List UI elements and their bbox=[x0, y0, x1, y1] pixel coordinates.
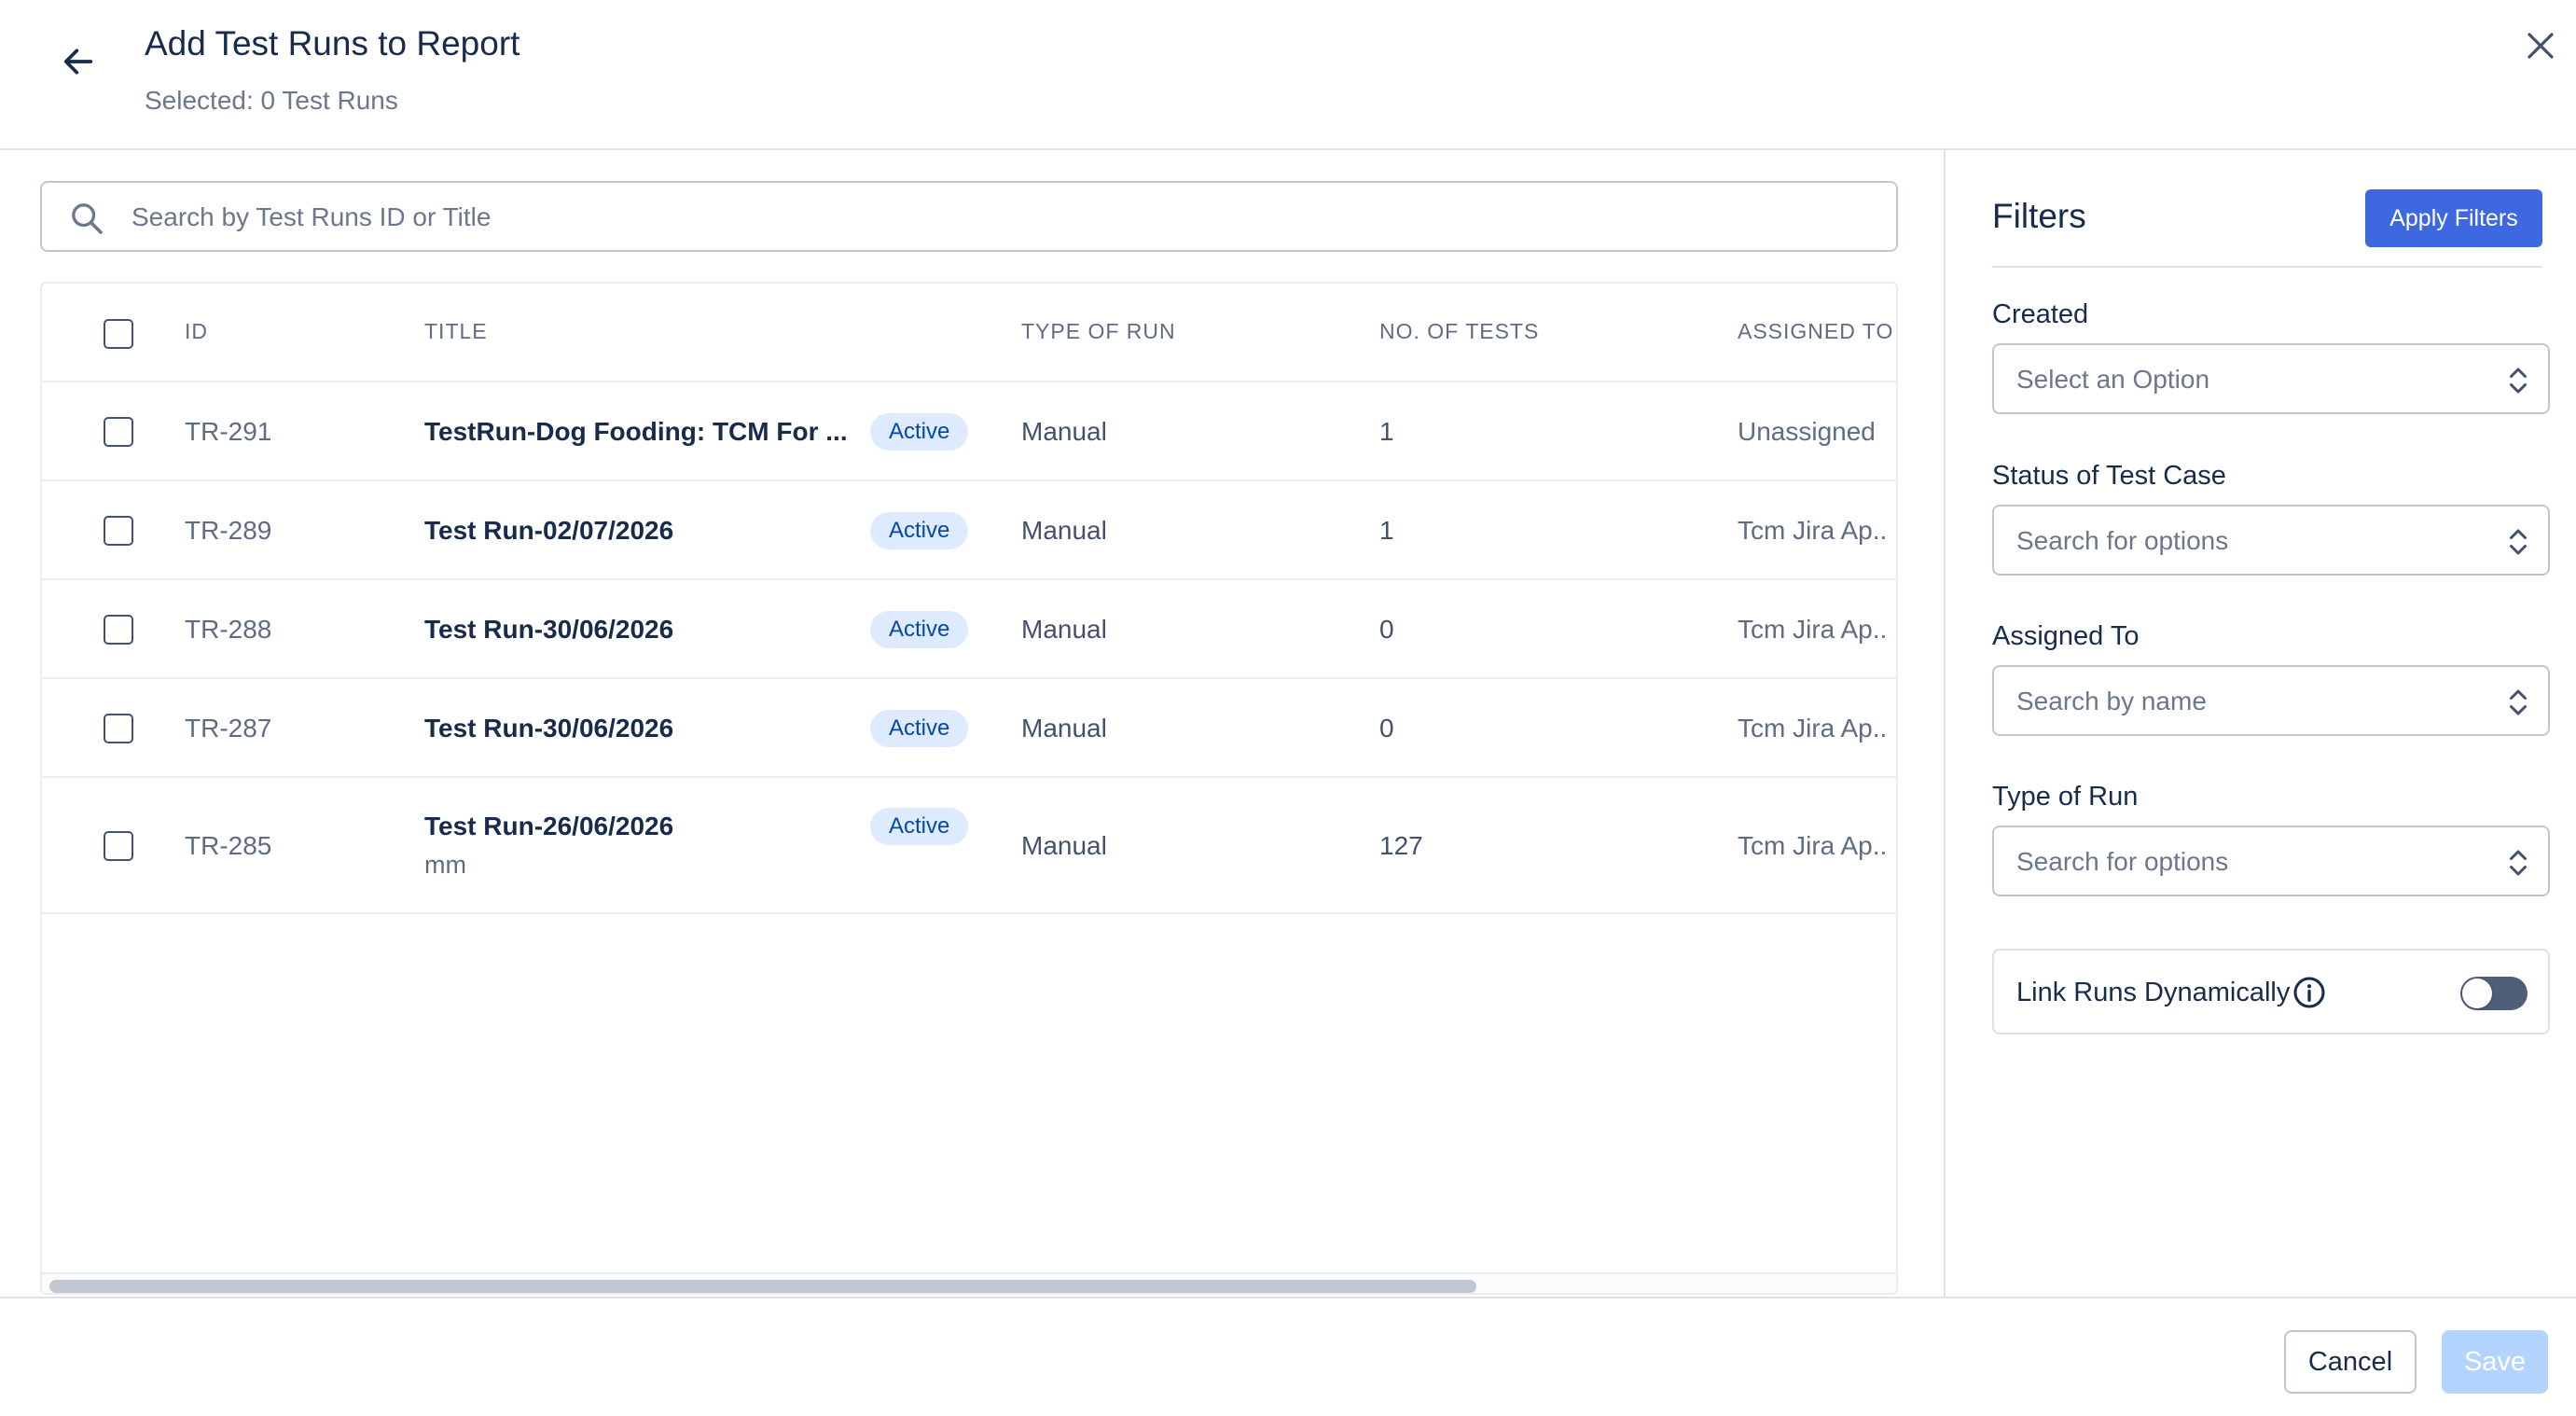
status-label: Status of Test Case bbox=[1992, 461, 2226, 491]
run-id: TR-289 bbox=[185, 516, 272, 545]
run-type: Manual bbox=[1021, 516, 1107, 545]
search-icon bbox=[72, 203, 103, 234]
link-runs-dynamically: Link Runs Dynamically bbox=[1992, 949, 2550, 1034]
created-placeholder: Select an Option bbox=[2016, 365, 2210, 394]
table-row[interactable]: TR-288 Test Run-30/06/2026 Active Manual… bbox=[42, 580, 1896, 679]
type-of-run-label: Type of Run bbox=[1992, 782, 2139, 812]
run-type: Manual bbox=[1021, 714, 1107, 743]
scrollbar-thumb[interactable] bbox=[49, 1280, 1476, 1293]
type-of-run-placeholder: Search for options bbox=[2016, 847, 2229, 876]
page-title: Add Test Runs to Report bbox=[145, 24, 520, 62]
status-badge: Active bbox=[870, 512, 969, 549]
info-icon[interactable] bbox=[2292, 976, 2326, 1009]
column-header-assigned[interactable]: ASSIGNED TO bbox=[1738, 319, 1893, 344]
row-checkbox[interactable] bbox=[104, 417, 133, 447]
cancel-button[interactable]: Cancel bbox=[2284, 1330, 2417, 1394]
run-title[interactable]: TestRun-Dog Fooding: TCM For ... bbox=[424, 417, 848, 447]
table-row[interactable]: TR-289 Test Run-02/07/2026 Active Manual… bbox=[42, 481, 1896, 580]
search-input[interactable] bbox=[132, 192, 1885, 243]
status-badge: Active bbox=[870, 710, 969, 747]
test-count: 0 bbox=[1379, 714, 1394, 743]
row-checkbox[interactable] bbox=[104, 831, 133, 861]
status-select[interactable]: Search for options bbox=[1992, 505, 2550, 576]
assigned-select[interactable]: Search by name bbox=[1992, 665, 2550, 736]
filters-title: Filters bbox=[1992, 197, 2086, 235]
run-id: TR-291 bbox=[185, 417, 272, 446]
assignee: Tcm Jira Ap.. bbox=[1738, 714, 1888, 743]
divider bbox=[1992, 266, 2542, 268]
chevron-up-down-icon bbox=[2510, 368, 2527, 394]
chevron-up-down-icon bbox=[2510, 529, 2527, 555]
link-runs-label: Link Runs Dynamically bbox=[2016, 978, 2291, 1007]
run-id: TR-288 bbox=[185, 615, 272, 644]
row-checkbox[interactable] bbox=[104, 615, 133, 645]
run-title[interactable]: Test Run-30/06/2026 bbox=[424, 615, 673, 645]
chevron-up-down-icon bbox=[2510, 689, 2527, 715]
save-button[interactable]: Save bbox=[2442, 1330, 2548, 1394]
run-type: Manual bbox=[1021, 417, 1107, 446]
test-runs-table: ID TITLE TYPE OF RUN NO. OF TESTS ASSIGN… bbox=[40, 282, 1898, 1295]
created-label: Created bbox=[1992, 299, 2089, 329]
toggle-knob bbox=[2462, 979, 2492, 1008]
run-title[interactable]: Test Run-26/06/2026 bbox=[424, 812, 673, 841]
arrow-left-icon bbox=[63, 49, 93, 75]
assignee: Tcm Jira Ap.. bbox=[1738, 516, 1888, 545]
assigned-label: Assigned To bbox=[1992, 621, 2140, 651]
type-of-run-select[interactable]: Search for options bbox=[1992, 826, 2550, 896]
row-checkbox[interactable] bbox=[104, 516, 133, 546]
test-count: 1 bbox=[1379, 516, 1394, 545]
column-header-tests[interactable]: NO. OF TESTS bbox=[1379, 319, 1539, 344]
column-header-type[interactable]: TYPE OF RUN bbox=[1021, 319, 1176, 344]
run-title[interactable]: Test Run-02/07/2026 bbox=[424, 516, 673, 546]
horizontal-scrollbar[interactable] bbox=[42, 1272, 1896, 1293]
close-icon bbox=[2528, 33, 2554, 59]
search-box bbox=[40, 181, 1898, 252]
run-id: TR-287 bbox=[185, 714, 272, 743]
assigned-placeholder: Search by name bbox=[2016, 687, 2207, 715]
back-button[interactable] bbox=[54, 37, 103, 86]
status-placeholder: Search for options bbox=[2016, 526, 2229, 555]
test-count: 1 bbox=[1379, 417, 1394, 446]
assignee: Tcm Jira Ap.. bbox=[1738, 615, 1888, 644]
selected-count: Selected: 0 Test Runs bbox=[145, 86, 398, 115]
test-count: 127 bbox=[1379, 831, 1423, 860]
link-runs-toggle[interactable] bbox=[2460, 977, 2528, 1010]
dialog-footer: Cancel Save bbox=[0, 1297, 2576, 1416]
run-title[interactable]: Test Run-30/06/2026 bbox=[424, 714, 673, 743]
status-badge: Active bbox=[870, 413, 969, 451]
test-count: 0 bbox=[1379, 615, 1394, 644]
filters-panel: Filters Apply Filters Created Select an … bbox=[1944, 150, 2576, 1297]
assignee: Unassigned bbox=[1738, 417, 1876, 446]
select-all-checkbox[interactable] bbox=[104, 319, 133, 349]
row-checkbox[interactable] bbox=[104, 714, 133, 743]
run-description: mm bbox=[424, 851, 466, 879]
table-row[interactable]: TR-291 TestRun-Dog Fooding: TCM For ... … bbox=[42, 382, 1896, 481]
apply-filters-button[interactable]: Apply Filters bbox=[2365, 189, 2542, 247]
run-type: Manual bbox=[1021, 831, 1107, 860]
run-id: TR-285 bbox=[185, 831, 272, 860]
run-type: Manual bbox=[1021, 615, 1107, 644]
status-badge: Active bbox=[870, 808, 969, 845]
assignee: Tcm Jira Ap.. bbox=[1738, 831, 1888, 860]
table-row[interactable]: TR-287 Test Run-30/06/2026 Active Manual… bbox=[42, 679, 1896, 778]
dialog-header: Add Test Runs to Report Selected: 0 Test… bbox=[0, 0, 2576, 150]
chevron-up-down-icon bbox=[2510, 850, 2527, 876]
table-row[interactable]: TR-285 Test Run-26/06/2026 mm Active Man… bbox=[42, 778, 1896, 914]
add-test-runs-dialog: Add Test Runs to Report Selected: 0 Test… bbox=[0, 0, 2576, 1416]
column-header-id[interactable]: ID bbox=[185, 319, 208, 344]
status-badge: Active bbox=[870, 611, 969, 648]
column-header-title[interactable]: TITLE bbox=[424, 319, 488, 344]
table-header: ID TITLE TYPE OF RUN NO. OF TESTS ASSIGN… bbox=[42, 284, 1896, 382]
close-button[interactable] bbox=[2518, 23, 2563, 68]
created-select[interactable]: Select an Option bbox=[1992, 343, 2550, 414]
